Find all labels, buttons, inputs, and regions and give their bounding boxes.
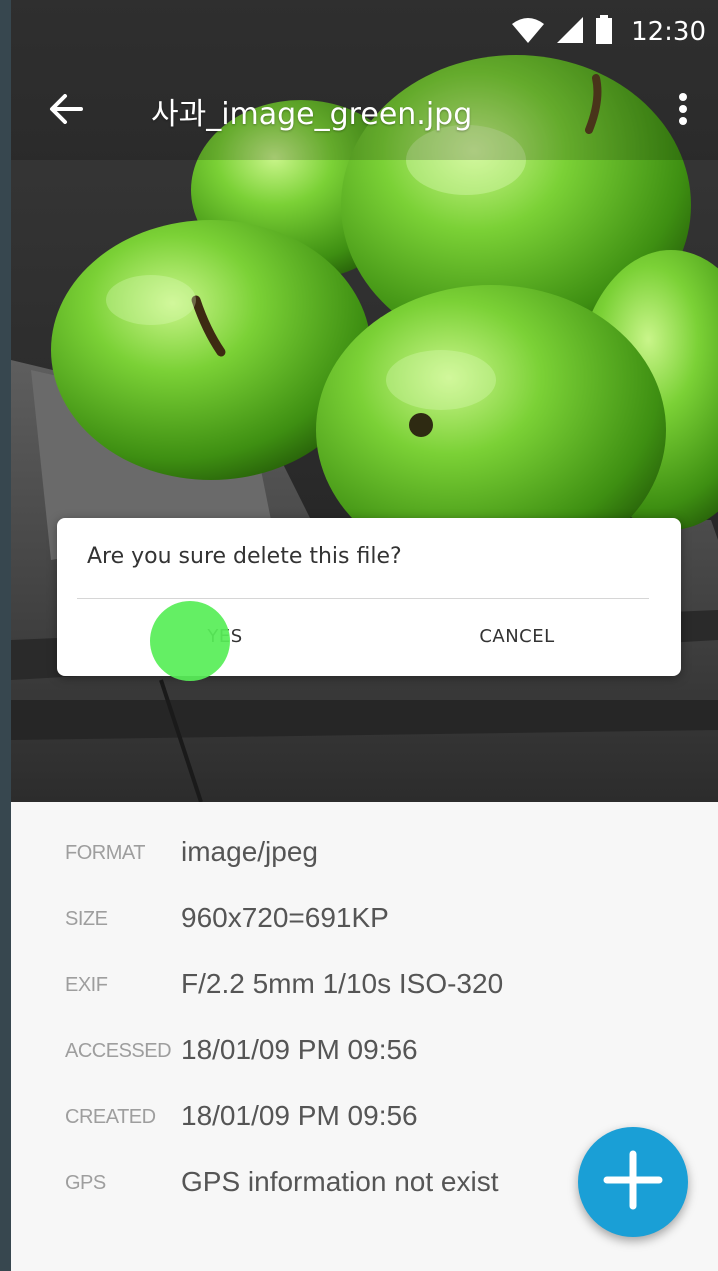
more-vert-icon bbox=[678, 92, 688, 130]
app-toolbar: 사과_image_green.jpg bbox=[11, 64, 718, 158]
dialog-message: Are you sure delete this file? bbox=[87, 544, 402, 569]
cell-signal-icon bbox=[555, 16, 585, 48]
detail-value: image/jpeg bbox=[181, 836, 318, 867]
plus-icon bbox=[603, 1150, 663, 1214]
detail-value: 960x720=691KP bbox=[181, 902, 389, 933]
phone-screen: 12:30 사과_image_green.jpg Are you sure de… bbox=[11, 0, 718, 1271]
detail-value: 18/01/09 PM 09:56 bbox=[181, 1034, 418, 1065]
touch-indicator bbox=[150, 601, 230, 681]
more-options-button[interactable] bbox=[648, 64, 718, 158]
cancel-button[interactable]: CANCEL bbox=[463, 614, 571, 658]
detail-label: SIZE bbox=[65, 908, 108, 930]
file-title: 사과_image_green.jpg bbox=[151, 97, 473, 132]
arrow-back-icon bbox=[49, 94, 83, 128]
detail-row-accessed: ACCESSED 18/01/09 PM 09:56 bbox=[11, 1026, 718, 1086]
detail-label: FORMAT bbox=[65, 842, 145, 864]
detail-row-size: SIZE 960x720=691KP bbox=[11, 894, 718, 954]
detail-value: GPS information not exist bbox=[181, 1166, 499, 1197]
back-button[interactable] bbox=[11, 64, 121, 158]
detail-label: GPS bbox=[65, 1172, 106, 1194]
detail-label: CREATED bbox=[65, 1106, 156, 1128]
detail-value: 18/01/09 PM 09:56 bbox=[181, 1100, 418, 1131]
add-fab-button[interactable] bbox=[578, 1127, 688, 1237]
detail-row-exif: EXIF F/2.2 5mm 1/10s ISO-320 bbox=[11, 960, 718, 1020]
status-bar: 12:30 bbox=[11, 0, 718, 64]
detail-value: F/2.2 5mm 1/10s ISO-320 bbox=[181, 968, 504, 999]
status-time: 12:30 bbox=[631, 17, 706, 47]
detail-label: EXIF bbox=[65, 974, 108, 996]
detail-label: ACCESSED bbox=[65, 1040, 172, 1062]
detail-row-format: FORMAT image/jpeg bbox=[11, 828, 718, 888]
battery-icon bbox=[595, 15, 613, 49]
wifi-icon bbox=[511, 16, 545, 48]
delete-confirm-dialog: Are you sure delete this file? YES CANCE… bbox=[57, 518, 681, 676]
dialog-divider bbox=[77, 598, 649, 599]
